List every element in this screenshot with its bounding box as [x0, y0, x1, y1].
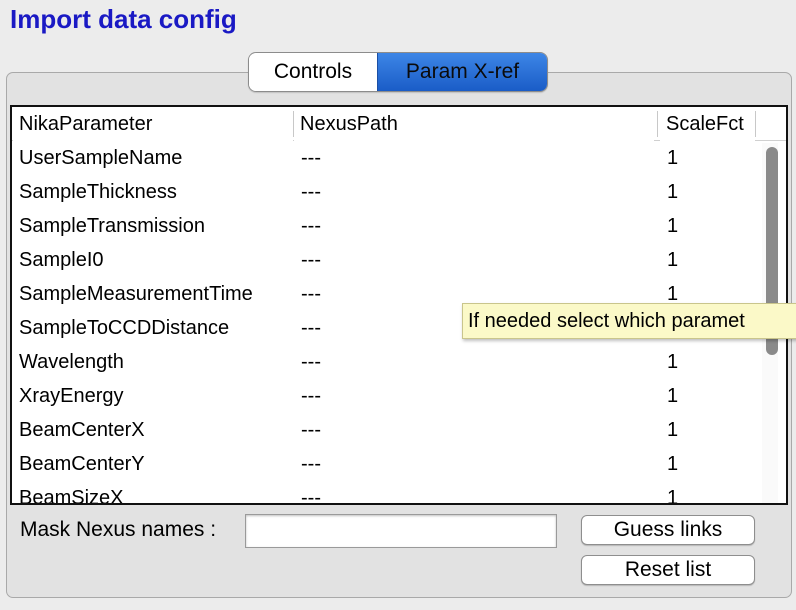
- nexus-path-cell[interactable]: ---: [301, 243, 321, 277]
- scale-factor-cell[interactable]: 1: [667, 481, 678, 503]
- nika-parameter-cell: SampleThickness: [19, 181, 177, 203]
- mask-nexus-names-label: Mask Nexus names :: [20, 518, 217, 541]
- window-title: Import data config: [10, 4, 237, 34]
- nexus-path-cell[interactable]: ---: [301, 345, 321, 379]
- nika-parameter-cell: BeamCenterY: [19, 453, 145, 475]
- scale-factor-cell[interactable]: 1: [667, 141, 678, 175]
- nika-parameter-cell: SampleTransmission: [19, 215, 205, 237]
- nexus-path-cell[interactable]: ---: [301, 413, 321, 447]
- scale-factor-cell[interactable]: 1: [667, 175, 678, 209]
- tab-controls[interactable]: Controls: [249, 53, 377, 91]
- scale-factor-cell[interactable]: 1: [667, 345, 678, 379]
- guess-links-button[interactable]: Guess links: [581, 515, 755, 545]
- scale-factor-cell[interactable]: 1: [667, 243, 678, 277]
- scale-factor-cell[interactable]: 1: [667, 447, 678, 481]
- table-row[interactable]: BeamCenterX --- 1: [12, 413, 786, 447]
- tab-bar: Controls Param X-ref: [248, 52, 548, 92]
- table-row[interactable]: BeamCenterY --- 1: [12, 447, 786, 481]
- table-header: NikaParameter NexusPath ScaleFct: [12, 107, 786, 141]
- tab-param-xref[interactable]: Param X-ref: [377, 53, 547, 91]
- column-header-nikaparameter[interactable]: NikaParameter: [13, 107, 293, 141]
- nexus-path-cell[interactable]: ---: [301, 379, 321, 413]
- nika-parameter-cell: SampleToCCDDistance: [19, 317, 230, 339]
- table-row[interactable]: XrayEnergy --- 1: [12, 379, 786, 413]
- nexus-path-cell[interactable]: ---: [301, 447, 321, 481]
- nika-parameter-cell: SampleMeasurementTime: [19, 283, 253, 305]
- nexus-path-cell[interactable]: ---: [301, 481, 321, 503]
- nika-parameter-cell: BeamSizeX: [19, 487, 124, 505]
- table-row[interactable]: SampleTransmission --- 1: [12, 209, 786, 243]
- table-row[interactable]: Wavelength --- 1: [12, 345, 786, 379]
- mask-nexus-names-input[interactable]: [245, 514, 557, 548]
- nexus-path-cell[interactable]: ---: [301, 277, 321, 311]
- tooltip: If needed select which paramet: [462, 303, 796, 339]
- table-row[interactable]: SampleThickness --- 1: [12, 175, 786, 209]
- column-divider[interactable]: [657, 111, 658, 137]
- nexus-path-cell[interactable]: ---: [301, 311, 321, 345]
- column-divider[interactable]: [755, 111, 756, 137]
- reset-list-button[interactable]: Reset list: [581, 555, 755, 585]
- table-row[interactable]: UserSampleName --- 1: [12, 141, 786, 175]
- nika-parameter-cell: BeamCenterX: [19, 419, 145, 441]
- column-header-nexuspath[interactable]: NexusPath: [294, 107, 654, 141]
- column-header-scalefct[interactable]: ScaleFct: [660, 107, 755, 141]
- nexus-path-cell[interactable]: ---: [301, 141, 321, 175]
- scale-factor-cell[interactable]: 1: [667, 379, 678, 413]
- table-row[interactable]: BeamSizeX --- 1: [12, 481, 786, 505]
- nika-parameter-cell: UserSampleName: [19, 147, 183, 169]
- nika-parameter-cell: SampleI0: [19, 249, 104, 271]
- scale-factor-cell[interactable]: 1: [667, 209, 678, 243]
- nika-parameter-cell: Wavelength: [19, 351, 124, 373]
- nexus-path-cell[interactable]: ---: [301, 175, 321, 209]
- nexus-path-cell[interactable]: ---: [301, 209, 321, 243]
- nika-parameter-cell: XrayEnergy: [19, 385, 124, 407]
- table-row[interactable]: SampleI0 --- 1: [12, 243, 786, 277]
- scale-factor-cell[interactable]: 1: [667, 413, 678, 447]
